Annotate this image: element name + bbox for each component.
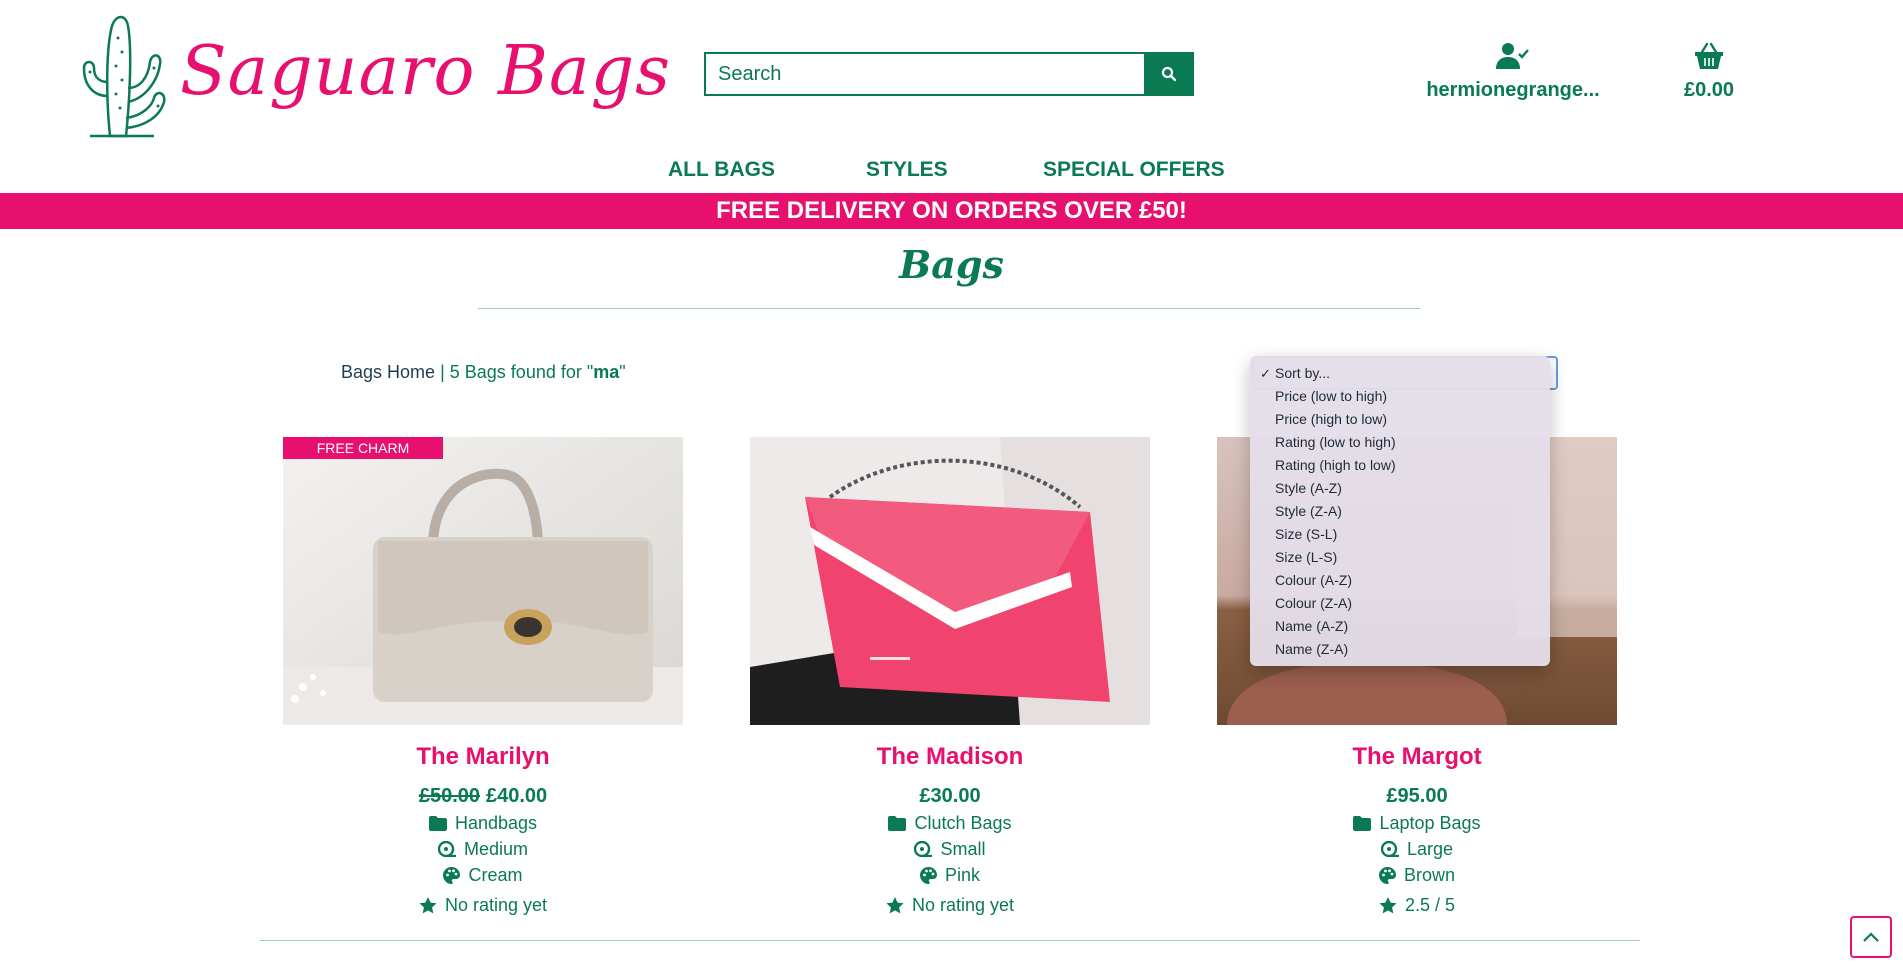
product-colour: Brown <box>1217 864 1617 886</box>
star-icon <box>419 896 437 913</box>
product-image[interactable]: FREE CHARM <box>283 437 683 725</box>
sort-option-name-asc[interactable]: Name (A-Z) <box>1250 615 1550 638</box>
search-bar <box>704 52 1194 96</box>
product-card-marilyn[interactable]: FREE CHARM The Marilyn £50.00 £40.00 Hand… <box>283 437 683 916</box>
product-price: £30.00 <box>750 785 1150 808</box>
bags-home-link[interactable]: Bags Home <box>341 362 435 382</box>
title-divider <box>478 308 1420 309</box>
basket-total: £0.00 <box>1683 79 1735 101</box>
star-icon <box>1379 896 1397 913</box>
breadcrumb: Bags Home | 5 Bags found for "ma" <box>341 362 626 383</box>
style-label: Clutch Bags <box>914 812 1012 833</box>
main-nav: ALL BAGS STYLES SPECIAL OFFERS <box>0 158 1903 184</box>
product-style[interactable]: Clutch Bags <box>750 812 1150 834</box>
bottom-divider <box>260 940 1640 941</box>
search-input[interactable] <box>704 52 1144 96</box>
folder-icon <box>428 815 447 831</box>
breadcrumb-separator: | <box>440 362 445 382</box>
sort-option-style-asc[interactable]: Style (A-Z) <box>1250 477 1550 500</box>
product-rating: No rating yet <box>750 894 1150 916</box>
tape-measure-icon <box>914 841 933 857</box>
product-card-madison[interactable]: The Madison £30.00 Clutch Bags Small Pin… <box>750 437 1150 916</box>
sort-option-style-desc[interactable]: Style (Z-A) <box>1250 500 1550 523</box>
style-label: Handbags <box>454 812 538 833</box>
product-rating: 2.5 / 5 <box>1217 894 1617 916</box>
delivery-banner: FREE DELIVERY ON ORDERS OVER £50! <box>0 193 1903 229</box>
account-menu[interactable]: hermionegrange... <box>1420 42 1606 102</box>
sort-option-rating-desc[interactable]: Rating (high to low) <box>1250 454 1550 477</box>
rating-label: No rating yet <box>911 894 1015 915</box>
product-price: £50.00 £40.00 <box>283 785 683 808</box>
folder-icon <box>888 815 907 831</box>
basket-link[interactable]: £0.00 <box>1672 42 1746 102</box>
product-price: £95.00 <box>1217 785 1617 808</box>
product-rating: No rating yet <box>283 894 683 916</box>
sort-option-name-desc[interactable]: Name (Z-A) <box>1250 638 1550 661</box>
tape-measure-icon <box>1380 841 1399 857</box>
sort-option-rating-asc[interactable]: Rating (low to high) <box>1250 431 1550 454</box>
chevron-up-icon <box>1863 932 1879 942</box>
current-price: £40.00 <box>486 785 548 807</box>
nav-all-bags[interactable]: ALL BAGS <box>668 158 775 182</box>
sort-option-price-desc[interactable]: Price (high to low) <box>1250 408 1550 431</box>
current-price: £95.00 <box>1386 785 1448 807</box>
star-icon <box>886 896 904 913</box>
product-name[interactable]: The Marilyn <box>283 743 683 771</box>
cactus-icon <box>82 15 166 138</box>
product-size: Medium <box>283 838 683 860</box>
sort-option-size-asc[interactable]: Size (S-L) <box>1250 523 1550 546</box>
brand-name: Saguaro Bags <box>180 32 671 111</box>
product-style[interactable]: Handbags <box>283 812 683 834</box>
size-label: Small <box>940 838 986 859</box>
palette-icon <box>919 866 937 884</box>
product-size: Small <box>750 838 1150 860</box>
sort-option-colour-asc[interactable]: Colour (A-Z) <box>1250 569 1550 592</box>
site-logo[interactable]: Saguaro Bags <box>70 8 670 143</box>
old-price: £50.00 <box>418 785 480 807</box>
product-name[interactable]: The Margot <box>1217 743 1617 771</box>
rating-label: No rating yet <box>444 894 548 915</box>
results-count: 5 Bags found for " <box>449 362 594 382</box>
back-to-top-button[interactable] <box>1850 916 1892 958</box>
search-icon <box>1161 66 1177 82</box>
product-colour: Cream <box>283 864 683 886</box>
rating-label: 2.5 / 5 <box>1404 894 1456 915</box>
sort-option-default[interactable]: ✓ Sort by... <box>1250 362 1550 385</box>
sort-option-price-asc[interactable]: Price (low to high) <box>1250 385 1550 408</box>
sort-option-label: Sort by... <box>1275 365 1330 381</box>
tape-measure-icon <box>437 841 456 857</box>
product-image[interactable] <box>750 437 1150 725</box>
palette-icon <box>1378 866 1396 884</box>
check-icon: ✓ <box>1260 366 1271 381</box>
size-label: Large <box>1406 838 1454 859</box>
current-price: £30.00 <box>919 785 981 807</box>
search-button[interactable] <box>1144 52 1194 96</box>
colour-label: Pink <box>944 864 980 885</box>
nav-styles[interactable]: STYLES <box>866 158 948 182</box>
colour-label: Cream <box>468 864 523 885</box>
product-colour: Pink <box>750 864 1150 886</box>
offer-badge: FREE CHARM <box>283 437 443 459</box>
style-label: Laptop Bags <box>1379 812 1481 833</box>
search-term: ma <box>593 362 620 382</box>
colour-label: Brown <box>1403 864 1456 885</box>
sort-dropdown-menu: ✓ Sort by... Price (low to high) Price (h… <box>1250 356 1550 666</box>
size-label: Medium <box>463 838 529 859</box>
nav-special-offers[interactable]: SPECIAL OFFERS <box>1043 158 1225 182</box>
page-title: Bags <box>899 242 1004 287</box>
account-username: hermionegrange... <box>1426 79 1600 101</box>
user-check-icon <box>1496 43 1529 69</box>
basket-icon <box>1695 42 1723 69</box>
sort-option-size-desc[interactable]: Size (L-S) <box>1250 546 1550 569</box>
palette-icon <box>443 866 461 884</box>
search-term-close: " <box>619 362 626 382</box>
product-size: Large <box>1217 838 1617 860</box>
folder-icon <box>1353 815 1372 831</box>
sort-option-colour-desc[interactable]: Colour (Z-A) <box>1250 592 1550 615</box>
product-style[interactable]: Laptop Bags <box>1217 812 1617 834</box>
product-name[interactable]: The Madison <box>750 743 1150 771</box>
